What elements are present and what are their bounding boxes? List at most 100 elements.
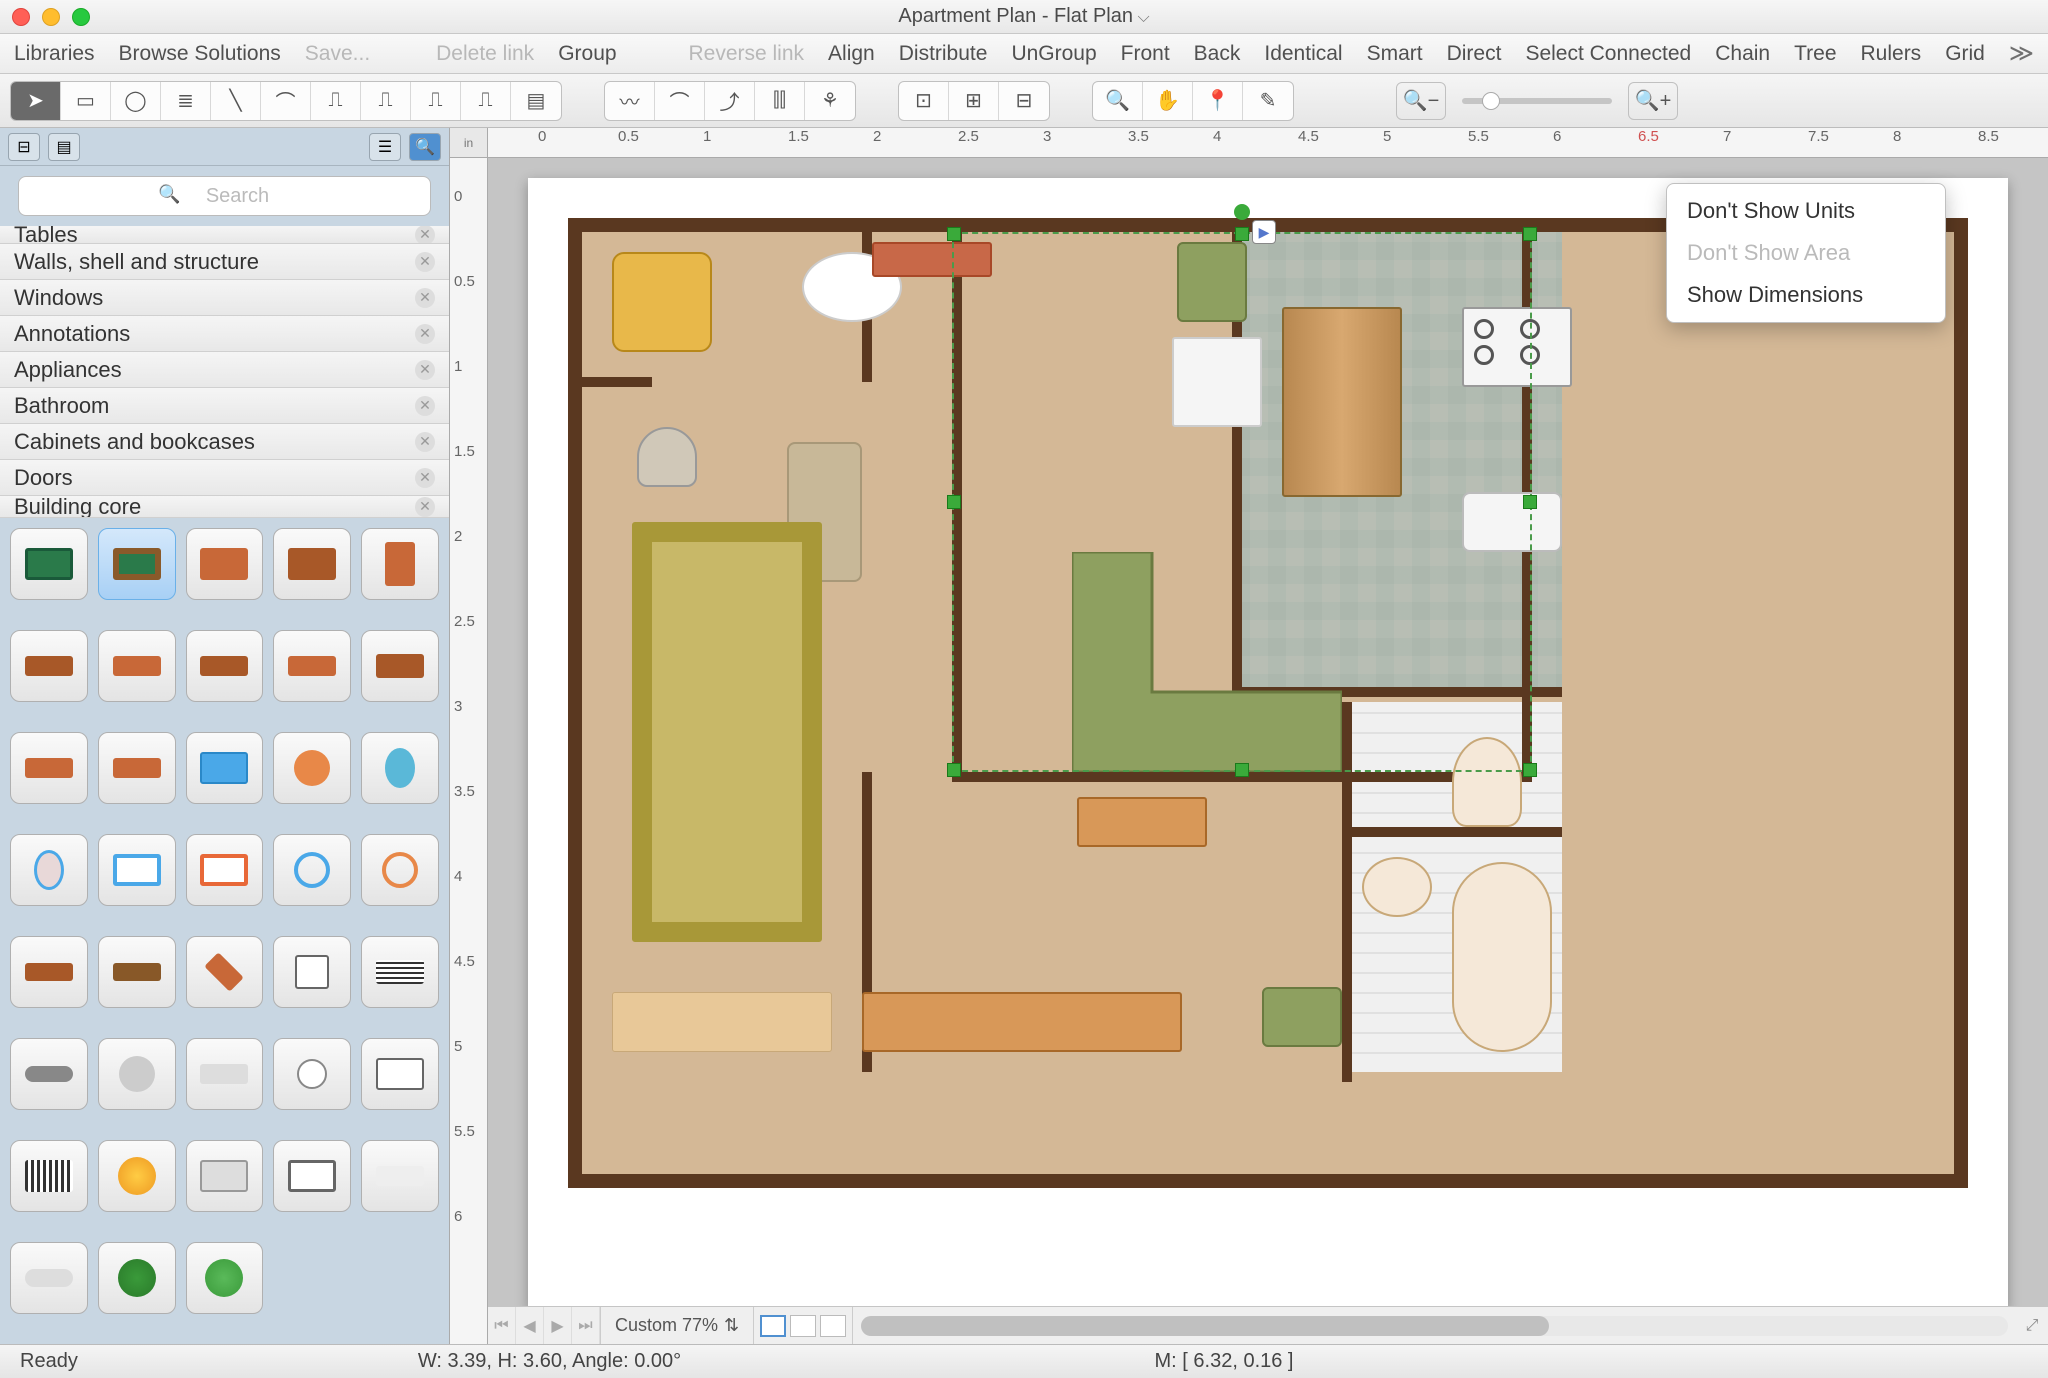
shape-item[interactable]: [186, 1038, 264, 1110]
shape-item[interactable]: [98, 1038, 176, 1110]
shape-item[interactable]: [186, 1140, 264, 1212]
smart-connector[interactable]: ⤴: [705, 82, 755, 120]
shape-item[interactable]: [10, 1242, 88, 1314]
resize-handle-tm[interactable]: [1235, 227, 1249, 241]
furniture-rug[interactable]: [632, 522, 822, 942]
close-window-button[interactable]: [12, 8, 30, 26]
category-walls[interactable]: Walls, shell and structure: [0, 244, 449, 280]
shape-item[interactable]: [361, 936, 439, 1008]
resize-handle-br[interactable]: [1523, 763, 1537, 777]
zoom-level-dropdown[interactable]: Custom 77% ⇅: [601, 1307, 754, 1344]
shape-item[interactable]: [10, 528, 88, 600]
shape-item[interactable]: [361, 528, 439, 600]
sidebar-search-toggle[interactable]: 🔍: [409, 133, 441, 161]
resize-handle-tl[interactable]: [947, 227, 961, 241]
category-appliances[interactable]: Appliances: [0, 352, 449, 388]
sidebar-library-button[interactable]: ▤: [48, 133, 80, 161]
menu-overflow-icon[interactable]: ≫: [2009, 39, 2034, 68]
menu-grid[interactable]: Grid: [1945, 42, 1985, 66]
minimize-window-button[interactable]: [42, 8, 60, 26]
search-input[interactable]: [18, 176, 431, 216]
line-tool[interactable]: ╲: [211, 82, 261, 120]
pan-tool[interactable]: ✋: [1143, 82, 1193, 120]
category-building-core[interactable]: Building core: [0, 496, 449, 518]
resize-handle-ml[interactable]: [947, 495, 961, 509]
snap-tool-3[interactable]: ⊟: [999, 82, 1049, 120]
page-last-icon[interactable]: ⏭: [572, 1307, 600, 1344]
h-scroll-thumb[interactable]: [861, 1316, 1549, 1336]
resize-handle-mr[interactable]: [1523, 495, 1537, 509]
shape-item[interactable]: [361, 834, 439, 906]
shape-item[interactable]: [361, 732, 439, 804]
page-first-icon[interactable]: ⏮: [488, 1307, 516, 1344]
page-next-icon[interactable]: ▶: [544, 1307, 572, 1344]
wall[interactable]: [582, 377, 652, 387]
floor-plan[interactable]: ▶: [568, 218, 1968, 1188]
ctx-dont-show-units[interactable]: Don't Show Units: [1667, 190, 1945, 232]
shape-item[interactable]: [273, 1140, 351, 1212]
furniture-credenza[interactable]: [1077, 797, 1207, 847]
connector-tool-3[interactable]: ⎍: [411, 82, 461, 120]
furniture-bathroom-sink[interactable]: [1362, 857, 1432, 917]
pointer-tool[interactable]: ➤: [11, 82, 61, 120]
h-scrollbar[interactable]: [861, 1316, 2008, 1336]
stamp-tool[interactable]: 📍: [1193, 82, 1243, 120]
shape-item[interactable]: [10, 732, 88, 804]
shape-item[interactable]: [361, 630, 439, 702]
shape-item[interactable]: [98, 936, 176, 1008]
drawing-page[interactable]: ▶ Don't Show Units Don't Show Area Show …: [528, 178, 2008, 1306]
bezier-tool[interactable]: ⌒: [655, 82, 705, 120]
tree-layout[interactable]: ⚘: [805, 82, 855, 120]
shape-item[interactable]: [273, 630, 351, 702]
page-prev-icon[interactable]: ◀: [516, 1307, 544, 1344]
sidebar-collapse-button[interactable]: ⊟: [8, 133, 40, 161]
rotate-handle[interactable]: [1234, 204, 1250, 220]
menu-libraries[interactable]: Libraries: [14, 42, 95, 66]
furniture-cabinets[interactable]: [862, 992, 1182, 1052]
maximize-window-button[interactable]: [72, 8, 90, 26]
zoom-slider[interactable]: [1462, 98, 1612, 104]
zoom-in-button[interactable]: 🔍+: [1628, 82, 1678, 120]
shape-item[interactable]: [98, 630, 176, 702]
menu-chain[interactable]: Chain: [1715, 42, 1770, 66]
window-title[interactable]: Apartment Plan - Flat Plan: [898, 5, 1149, 28]
resize-handle-tr[interactable]: [1523, 227, 1537, 241]
furniture-armchair[interactable]: [612, 252, 712, 352]
page-thumb[interactable]: [820, 1315, 846, 1337]
ellipse-tool[interactable]: ◯: [111, 82, 161, 120]
menu-group[interactable]: Group: [558, 42, 616, 66]
text-tool[interactable]: ≣: [161, 82, 211, 120]
menu-tree[interactable]: Tree: [1794, 42, 1836, 66]
page-thumb[interactable]: [760, 1315, 786, 1337]
category-bathroom[interactable]: Bathroom: [0, 388, 449, 424]
zoom-tool[interactable]: 🔍: [1093, 82, 1143, 120]
arc-tool[interactable]: ⌒: [261, 82, 311, 120]
category-tables[interactable]: Tables: [0, 226, 449, 244]
shape-item[interactable]: [98, 1242, 176, 1314]
menu-browse-solutions[interactable]: Browse Solutions: [119, 42, 281, 66]
shape-item[interactable]: [361, 1038, 439, 1110]
snap-tool-1[interactable]: ⊡: [899, 82, 949, 120]
furniture-bathtub[interactable]: [1452, 862, 1552, 1052]
menu-back[interactable]: Back: [1194, 42, 1241, 66]
category-cabinets[interactable]: Cabinets and bookcases: [0, 424, 449, 460]
menu-rulers[interactable]: Rulers: [1861, 42, 1922, 66]
expand-panels-icon[interactable]: ⤢: [2016, 1307, 2048, 1344]
eyedropper-tool[interactable]: ✎: [1243, 82, 1293, 120]
shape-item[interactable]: [10, 834, 88, 906]
zoom-out-button[interactable]: 🔍−: [1396, 82, 1446, 120]
menu-distribute[interactable]: Distribute: [899, 42, 988, 66]
zoom-slider-thumb[interactable]: [1482, 92, 1500, 110]
menu-direct[interactable]: Direct: [1447, 42, 1502, 66]
shape-item[interactable]: [98, 1140, 176, 1212]
resize-handle-bm[interactable]: [1235, 763, 1249, 777]
shape-item[interactable]: [10, 1140, 88, 1212]
menu-front[interactable]: Front: [1121, 42, 1170, 66]
ctx-show-dimensions[interactable]: Show Dimensions: [1667, 274, 1945, 316]
canvas-viewport[interactable]: ▶ Don't Show Units Don't Show Area Show …: [488, 158, 2048, 1306]
spline-tool[interactable]: 〰: [605, 82, 655, 120]
connector-tool-2[interactable]: ⎍: [361, 82, 411, 120]
connector-tool-4[interactable]: ⎍: [461, 82, 511, 120]
page-thumb[interactable]: [790, 1315, 816, 1337]
category-annotations[interactable]: Annotations: [0, 316, 449, 352]
